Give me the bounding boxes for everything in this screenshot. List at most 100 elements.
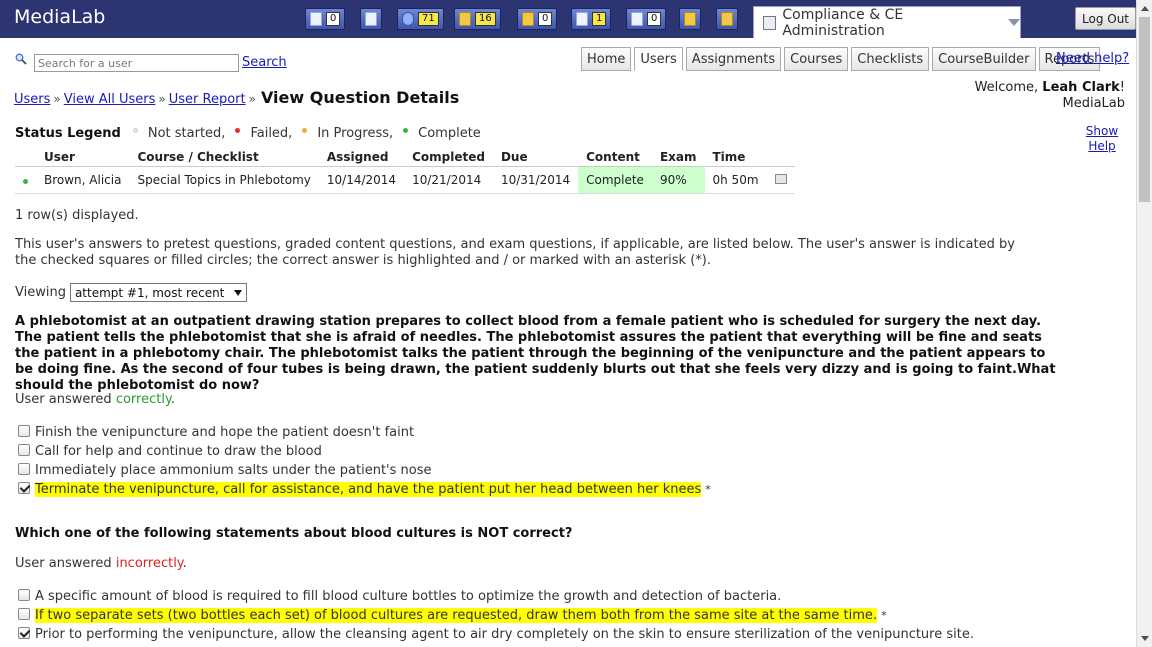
legend-label: Failed, [250, 126, 293, 141]
vertical-scrollbar[interactable] [1136, 0, 1152, 647]
column-header: User [36, 148, 130, 167]
toolbar-count-badge: 71 [418, 12, 439, 26]
cell-exam-score: 90% [651, 166, 705, 194]
toolbar-button-document[interactable]: 0 [305, 8, 346, 30]
answer-option: Call for help and continue to draw the b… [18, 442, 1128, 461]
question-1-answers: Finish the venipuncture and hope the pat… [18, 423, 1128, 499]
toolbar-button-calculator[interactable] [360, 8, 382, 30]
column-header: Content [578, 148, 652, 167]
status-dot-icon [132, 127, 138, 133]
cell-actions [766, 166, 795, 194]
legend-label: In Progress, [317, 126, 394, 141]
cell-completed: 10/21/2014 [404, 166, 493, 194]
module-selector[interactable]: Compliance & CE Administration [753, 6, 1021, 39]
toolbar-button-shield[interactable]: 0 [517, 8, 558, 30]
toolbar-button-globe[interactable]: 71 [397, 8, 444, 30]
legend-title: Status Legend [15, 126, 121, 141]
app-logo[interactable]: MediaLab [14, 6, 105, 28]
answer-checkbox[interactable] [18, 607, 30, 620]
toolbar-count-badge: 1 [592, 12, 607, 26]
answer-text: Finish the venipuncture and hope the pat… [35, 425, 415, 440]
logout-button[interactable]: Log Out [1075, 7, 1136, 30]
cell-assigned: 10/14/2014 [318, 166, 405, 194]
breadcrumb-link-user-report[interactable]: User Report [169, 92, 246, 107]
answer-checkbox[interactable] [18, 424, 30, 437]
main-nav: Home Users Assignments Courses Checklists Cou… [581, 47, 1101, 71]
legend-item: Complete [403, 126, 481, 141]
nav-courses[interactable]: Courses [784, 47, 849, 71]
question-1-result: User answered correctly. [15, 392, 175, 407]
question-2-text: Which one of the following statements ab… [15, 526, 573, 541]
attempt-select-value: attempt #1, most recent [74, 285, 225, 300]
scroll-down-arrow-icon[interactable] [1141, 636, 1149, 641]
toolbar-button-notepad[interactable] [716, 8, 738, 30]
document-icon [310, 12, 322, 26]
search-link[interactable]: Search [242, 55, 287, 70]
cell-time: 0h 50m [704, 166, 767, 194]
scroll-up-arrow-icon[interactable] [1141, 6, 1149, 11]
id-card-icon [576, 12, 588, 26]
legend-item: Not started, [132, 126, 225, 141]
column-header: Due [492, 148, 579, 167]
answer-checkbox[interactable] [18, 588, 30, 601]
calculator-icon [365, 12, 377, 26]
correct-marker: * [881, 609, 887, 622]
toolbar-button-id-card[interactable]: 1 [571, 8, 612, 30]
table-row[interactable]: Brown, Alicia Special Topics in Phleboto… [15, 166, 795, 194]
scrollbar-thumb[interactable] [1139, 17, 1150, 202]
answer-checkbox[interactable] [18, 481, 30, 494]
toolbar-button-folder[interactable]: 16 [454, 8, 501, 30]
nav-coursebuilder[interactable]: CourseBuilder [932, 47, 1036, 71]
answer-text: A specific amount of blood is required t… [35, 589, 782, 604]
breadcrumb-link-users[interactable]: Users [14, 92, 50, 107]
user-name: Leah Clark [1042, 80, 1120, 95]
attempt-select[interactable]: attempt #1, most recent [69, 283, 248, 302]
nav-home[interactable]: Home [581, 47, 632, 71]
column-header: Exam [651, 148, 705, 167]
column-header: Assigned [318, 148, 405, 167]
result-period: . [170, 392, 175, 407]
search-input[interactable] [34, 54, 239, 72]
search-icon [15, 53, 27, 65]
welcome-message: Welcome, Leah Clark! MediaLab [975, 80, 1125, 112]
status-table: User Course / Checklist Assigned Completed D… [15, 148, 795, 194]
question-1-text: A phlebotomist at an outpatient drawing … [15, 314, 1056, 393]
breadcrumb-link-view-all-users[interactable]: View All Users [64, 92, 156, 107]
tools-icon [684, 12, 696, 26]
need-help-link[interactable]: Need help? [1056, 51, 1129, 66]
result-period: . [182, 556, 187, 571]
notepad-icon [721, 12, 733, 26]
answer-text: Call for help and continue to draw the b… [35, 444, 322, 459]
clipboard-icon [763, 15, 777, 30]
answer-checkbox[interactable] [18, 462, 30, 475]
chevron-down-icon [1008, 19, 1020, 26]
status-dot-icon [302, 127, 308, 133]
status-legend: Status Legend Not started, Failed, In Prog… [15, 126, 491, 141]
top-bar: MediaLab 0 71 16 0 1 0 Compliance & CE Admini… [0, 0, 1136, 39]
nav-users[interactable]: Users [634, 47, 683, 71]
module-label: Compliance & CE Administration [782, 6, 904, 39]
legend-item: In Progress, [302, 126, 393, 141]
cell-course: Special Topics in Phlebotomy [129, 166, 319, 194]
toolbar-button-tools[interactable] [679, 8, 701, 30]
page-title: View Question Details [260, 88, 460, 107]
show-help-link[interactable]: Show Help [1082, 124, 1122, 154]
rows-displayed-text: 1 row(s) displayed. [15, 208, 139, 223]
result-prefix: User answered [15, 392, 116, 407]
answer-text: Terminate the venipuncture, call for ass… [35, 482, 702, 497]
answer-checkbox[interactable] [18, 443, 30, 456]
answer-checkbox[interactable] [18, 626, 30, 639]
column-header [766, 148, 795, 167]
notes-icon[interactable] [774, 173, 787, 184]
question-2-result: User answered incorrectly. [15, 556, 187, 571]
answer-option: Terminate the venipuncture, call for ass… [18, 480, 1128, 499]
toolbar-button-mail[interactable]: 0 [626, 8, 667, 30]
question-2-answers: A specific amount of blood is required t… [18, 587, 1128, 644]
folder-icon [459, 12, 471, 26]
intro-text: This user's answers to pretest questions… [15, 237, 1015, 268]
status-dot-icon [403, 127, 409, 133]
welcome-prefix: Welcome, [974, 80, 1043, 95]
nav-assignments[interactable]: Assignments [685, 47, 782, 71]
nav-checklists[interactable]: Checklists [851, 47, 930, 71]
status-dot-icon [235, 127, 241, 133]
